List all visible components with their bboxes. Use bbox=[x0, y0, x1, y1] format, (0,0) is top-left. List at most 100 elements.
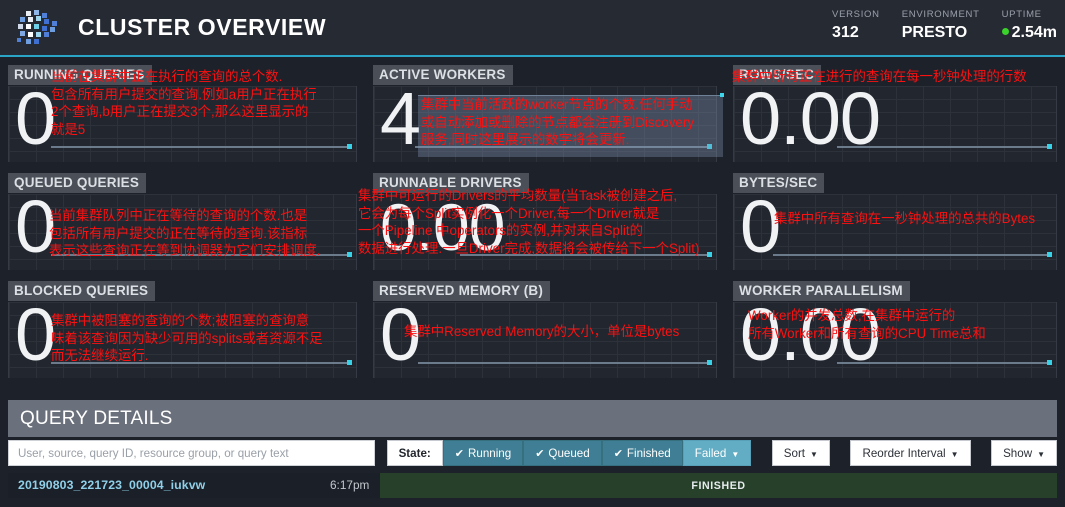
query-details-section: QUERY DETAILS State: ✔ Running ✔ Queued … bbox=[0, 399, 1065, 507]
gauge-body: 0 当前在集群中正在执行的查询的总个数. 包含所有用户提交的查询.例如a用户正在… bbox=[8, 69, 357, 162]
gauge-sparkline bbox=[734, 357, 1056, 369]
gauge-body: 0 集群中被阻塞的查询的个数;被阻塞的查询意 味着该查询因为缺少可用的split… bbox=[8, 296, 357, 378]
state-filter-group: State: ✔ Running ✔ Queued ✔ Finished Fai… bbox=[386, 440, 752, 466]
sparkline-endpoint-dot-icon bbox=[707, 252, 712, 257]
gauge-body: 0.00 集群中所有正在进行的查询在每一秒钟处理的行数 bbox=[732, 69, 1057, 162]
query-id-link[interactable]: 20190803_221723_00004_iukvw bbox=[18, 478, 205, 492]
gauge-sparkline bbox=[734, 141, 1056, 153]
state-filter-finished-label: Finished bbox=[626, 446, 671, 460]
sparkline-endpoint-dot-icon bbox=[707, 360, 712, 365]
state-filter-failed-dropdown[interactable]: Failed ▼ bbox=[682, 440, 752, 466]
header-stat-version: VERSION 312 bbox=[832, 8, 880, 43]
sort-label: Sort bbox=[783, 446, 806, 460]
state-filter-queued[interactable]: ✔ Queued bbox=[523, 440, 602, 466]
state-filter-queued-label: Queued bbox=[548, 446, 590, 460]
query-list-row[interactable]: 20190803_221723_00004_iukvw 6:17pm FINIS… bbox=[8, 473, 1057, 498]
gauge-sparkline bbox=[9, 357, 356, 369]
check-icon: ✔ bbox=[454, 447, 464, 460]
presto-cluster-overview-page: CLUSTER OVERVIEW VERSION 312 ENVIRONMENT… bbox=[0, 0, 1065, 507]
uptime-status-dot-icon bbox=[1001, 28, 1009, 36]
query-timestamp: 6:17pm bbox=[330, 478, 370, 492]
gauge-queued-queries: QUEUED QUERIES 0 当前集群队列中正在等待的查询的个数.也是 包括… bbox=[0, 167, 365, 275]
state-filter-failed-label: Failed bbox=[694, 446, 727, 460]
header-stats: VERSION 312 ENVIRONMENT PRESTO UPTIME 2.… bbox=[832, 8, 1057, 43]
environment-value: PRESTO bbox=[901, 24, 968, 41]
query-filter-toolbar: State: ✔ Running ✔ Queued ✔ Finished Fai… bbox=[8, 440, 1058, 468]
selection-overlay bbox=[418, 93, 724, 157]
query-details-header: QUERY DETAILS bbox=[8, 400, 1057, 437]
show-dropdown-group: Show ▼ bbox=[991, 440, 1058, 466]
search-input-wrapper[interactable] bbox=[8, 440, 375, 466]
gauge-title: RUNNING QUERIES bbox=[8, 65, 152, 85]
gauge-sparkline bbox=[9, 141, 356, 153]
state-filter-finished[interactable]: ✔ Finished bbox=[601, 440, 683, 466]
header-stat-uptime: UPTIME 2.54m bbox=[1001, 8, 1057, 43]
reorder-interval-label: Reorder Interval bbox=[862, 446, 946, 460]
gauge-title: ACTIVE WORKERS bbox=[373, 65, 513, 85]
gauge-running-queries: RUNNING QUERIES 0 当前在集群中正在执行的查询的总个数. 包含所… bbox=[0, 59, 365, 167]
query-state-bar: FINISHED bbox=[380, 473, 1057, 498]
check-icon: ✔ bbox=[613, 447, 623, 460]
gauge-body: 0 当前集群队列中正在等待的查询的个数.也是 包括所有用户提交的正在等待的查询.… bbox=[8, 188, 357, 270]
uptime-label: UPTIME bbox=[1001, 9, 1042, 20]
search-input[interactable] bbox=[18, 446, 365, 460]
gauge-runnable-drivers: RUNNABLE DRIVERS 0.00 集群中可运行的Drivers的平均数… bbox=[358, 167, 725, 275]
check-icon: ✔ bbox=[535, 447, 545, 460]
reorder-interval-dropdown-group: Reorder Interval ▼ bbox=[850, 440, 971, 466]
gauge-title: BLOCKED QUERIES bbox=[8, 281, 156, 301]
gauge-title: ROWS/SEC bbox=[733, 65, 822, 85]
presto-dots-logo-icon bbox=[12, 7, 70, 49]
sort-dropdown[interactable]: Sort ▼ bbox=[771, 440, 830, 466]
chevron-down-icon: ▼ bbox=[1037, 449, 1046, 459]
sort-dropdown-group: Sort ▼ bbox=[771, 440, 830, 466]
query-details-title: QUERY DETAILS bbox=[20, 408, 173, 429]
chevron-down-icon: ▼ bbox=[950, 449, 959, 459]
sparkline-endpoint-dot-icon bbox=[1047, 360, 1052, 365]
annotation-note: 集群中Reserved Memory的大小，单位是bytes bbox=[404, 324, 680, 339]
state-filter-label: State: bbox=[386, 440, 443, 466]
state-filter-running[interactable]: ✔ Running bbox=[442, 440, 524, 466]
gauge-blocked-queries: BLOCKED QUERIES 0 集群中被阻塞的查询的个数;被阻塞的查询意 味… bbox=[0, 275, 365, 385]
gauge-sparkline bbox=[734, 249, 1056, 261]
chevron-down-icon: ▼ bbox=[810, 449, 818, 459]
uptime-text: 2.54m bbox=[1011, 24, 1057, 41]
gauge-title: BYTES/SEC bbox=[733, 173, 825, 193]
query-state-label: FINISHED bbox=[691, 479, 746, 492]
gauge-title: RESERVED MEMORY (B) bbox=[373, 281, 551, 301]
gauge-title: WORKER PARALLELISM bbox=[733, 281, 910, 301]
gauge-body: 0 集群中Reserved Memory的大小，单位是bytes bbox=[373, 296, 717, 378]
gauge-title: QUEUED QUERIES bbox=[8, 173, 147, 193]
sparkline-endpoint-dot-icon bbox=[347, 252, 352, 257]
gauge-bytes-per-sec: BYTES/SEC 0 集群中所有查询在一秒钟处理的总共的Bytes bbox=[725, 167, 1065, 275]
chevron-down-icon: ▼ bbox=[731, 449, 740, 459]
app-header: CLUSTER OVERVIEW VERSION 312 ENVIRONMENT… bbox=[0, 0, 1065, 57]
selection-handle-icon[interactable] bbox=[720, 93, 724, 97]
gauge-sparkline bbox=[9, 249, 356, 261]
sparkline-endpoint-dot-icon bbox=[1047, 144, 1052, 149]
version-value: 312 bbox=[832, 24, 859, 41]
gauge-reserved-memory: RESERVED MEMORY (B) 0 集群中Reserved Memory… bbox=[365, 275, 725, 385]
reorder-interval-dropdown[interactable]: Reorder Interval ▼ bbox=[850, 440, 971, 466]
gauge-sparkline bbox=[374, 357, 716, 369]
gauge-rows-per-sec: ROWS/SEC 0.00 集群中所有正在进行的查询在每一秒钟处理的行数 bbox=[725, 59, 1065, 167]
gauge-body: 0.00 集群中可运行的Drivers的平均数量(当Task被创建之后, 它会为… bbox=[358, 188, 717, 270]
gauge-worker-parallelism: WORKER PARALLELISM 0.00 Worker的并发总数,在集群中… bbox=[725, 275, 1065, 385]
cluster-gauges-grid: RUNNING QUERIES 0 当前在集群中正在执行的查询的总个数. 包含所… bbox=[0, 59, 1065, 399]
gauge-body: 4 集群中当前活跃的worker节点的个数.任何手动 或自动添加或删除的节点都会… bbox=[373, 80, 724, 162]
sparkline-endpoint-dot-icon bbox=[347, 360, 352, 365]
gauge-body: 0.00 Worker的并发总数,在集群中运行的 所有Worker和所有查询的C… bbox=[733, 296, 1057, 378]
gauge-title: RUNNABLE DRIVERS bbox=[373, 173, 529, 193]
gauge-active-workers: ACTIVE WORKERS 4 集群中当前活跃的worker节点的个数.任何手… bbox=[365, 59, 725, 167]
state-filter-running-label: Running bbox=[468, 446, 512, 460]
gauge-body: 0 集群中所有查询在一秒钟处理的总共的Bytes bbox=[733, 188, 1057, 270]
sparkline-endpoint-dot-icon bbox=[1047, 252, 1052, 257]
uptime-value: 2.54m bbox=[1001, 22, 1057, 43]
version-label: VERSION bbox=[832, 9, 880, 20]
page-title: CLUSTER OVERVIEW bbox=[78, 14, 327, 40]
show-dropdown[interactable]: Show ▼ bbox=[991, 440, 1058, 466]
annotation-note: 集群中所有查询在一秒钟处理的总共的Bytes bbox=[774, 211, 1036, 226]
sparkline-endpoint-dot-icon bbox=[347, 144, 352, 149]
show-label: Show bbox=[1003, 446, 1033, 460]
header-stat-environment: ENVIRONMENT PRESTO bbox=[902, 8, 980, 43]
gauge-sparkline bbox=[374, 249, 716, 261]
